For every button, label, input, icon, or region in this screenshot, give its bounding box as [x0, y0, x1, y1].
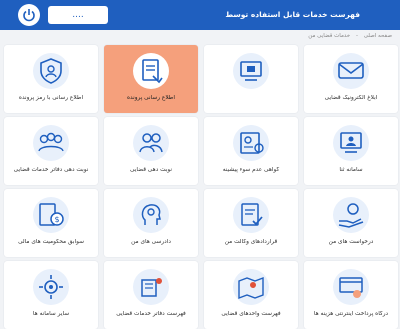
network-gear-icon [33, 269, 69, 305]
tile-electronic-notice[interactable]: ابلاغ الکترونیک قضایی [304, 45, 398, 113]
hand-money-icon [333, 197, 369, 233]
clipboard-hand-icon [133, 53, 169, 89]
breadcrumb-home[interactable]: صفحه اصلی [364, 33, 392, 39]
user-button[interactable]: .... [48, 6, 108, 24]
power-icon [23, 9, 35, 22]
message-icon [333, 53, 369, 89]
tile-my-power-of-attorney[interactable]: قراردادهای وکالت من [204, 189, 298, 257]
tile-label: سایر سامانه ها [32, 311, 70, 317]
tile-label: درخواست های من [328, 239, 374, 245]
page-title: فهرست خدمات قابل استفاده توسط [225, 10, 360, 19]
users-icon [133, 125, 169, 161]
tile-label: نوبت دهی قضایی [129, 167, 173, 173]
tile-online-service[interactable] [204, 45, 298, 113]
breadcrumb: صفحه اصلی - خدمات قضایی من [306, 33, 394, 43]
document-dollar-icon: $ [33, 197, 69, 233]
people-group-icon [33, 125, 69, 161]
monitor-user-icon [333, 125, 369, 161]
certificate-icon [233, 125, 269, 161]
head-gear-icon [133, 197, 169, 233]
header-bar: .... فهرست خدمات قابل استفاده توسط [0, 0, 400, 30]
tile-label: نوبت دهی دفاتر خدمات قضایی [13, 167, 89, 173]
power-button[interactable] [18, 4, 40, 26]
tile-case-notice[interactable]: اطلاع رسانی پرونده [104, 45, 198, 113]
tile-judicial-units[interactable]: فهرست واحدهای قضایی [204, 261, 298, 329]
contract-check-icon [233, 197, 269, 233]
tile-judicial-offices-list[interactable]: فهرست دفاتر خدمات قضایی [104, 261, 198, 329]
tile-financial-convictions[interactable]: $ سوابق محکومیت های مالی [4, 189, 98, 257]
tile-label: گواهی عدم سوء پیشینه [222, 167, 280, 173]
tile-label: دادرسی های من [131, 239, 171, 245]
breadcrumb-separator: - [355, 33, 358, 39]
computer-icon [233, 53, 269, 89]
map-location-icon [233, 269, 269, 305]
tile-label: سامانه ثنا [339, 167, 363, 173]
tile-label: ابلاغ الکترونیک قضایی [324, 95, 378, 101]
tile-label: قراردادهای وکالت من [224, 239, 278, 245]
tile-my-requests[interactable]: درخواست های من [304, 189, 398, 257]
shield-user-icon [33, 53, 69, 89]
tile-label: سوابق محکومیت های مالی [18, 239, 84, 245]
tile-sana-system[interactable]: سامانه ثنا [304, 117, 398, 185]
payment-gateway-icon [333, 269, 369, 305]
tile-label: فهرست دفاتر خدمات قضایی [116, 311, 186, 317]
building-map-icon [133, 269, 169, 305]
tile-case-password-notice[interactable]: اطلاع رسانی با رمز پرونده [4, 45, 98, 113]
breadcrumb-current: خدمات قضایی من [308, 33, 351, 39]
tile-payment-gateway[interactable]: درگاه پرداخت اینترنتی هزینه ها [304, 261, 398, 329]
tile-label: درگاه پرداخت اینترنتی هزینه ها [313, 311, 389, 317]
tile-judicial-appointment[interactable]: نوبت دهی قضایی [104, 117, 198, 185]
svg-text:$: $ [54, 215, 59, 224]
tile-label: اطلاع رسانی با رمز پرونده [18, 95, 84, 101]
tile-label: اطلاع رسانی پرونده [127, 95, 175, 101]
tile-office-appointment[interactable]: نوبت دهی دفاتر خدمات قضایی [4, 117, 98, 185]
tile-no-criminal-record[interactable]: گواهی عدم سوء پیشینه [204, 117, 298, 185]
tile-other-systems[interactable]: سایر سامانه ها [4, 261, 98, 329]
tile-label: فهرست واحدهای قضایی [221, 311, 281, 317]
tile-my-proceedings[interactable]: دادرسی های من [104, 189, 198, 257]
